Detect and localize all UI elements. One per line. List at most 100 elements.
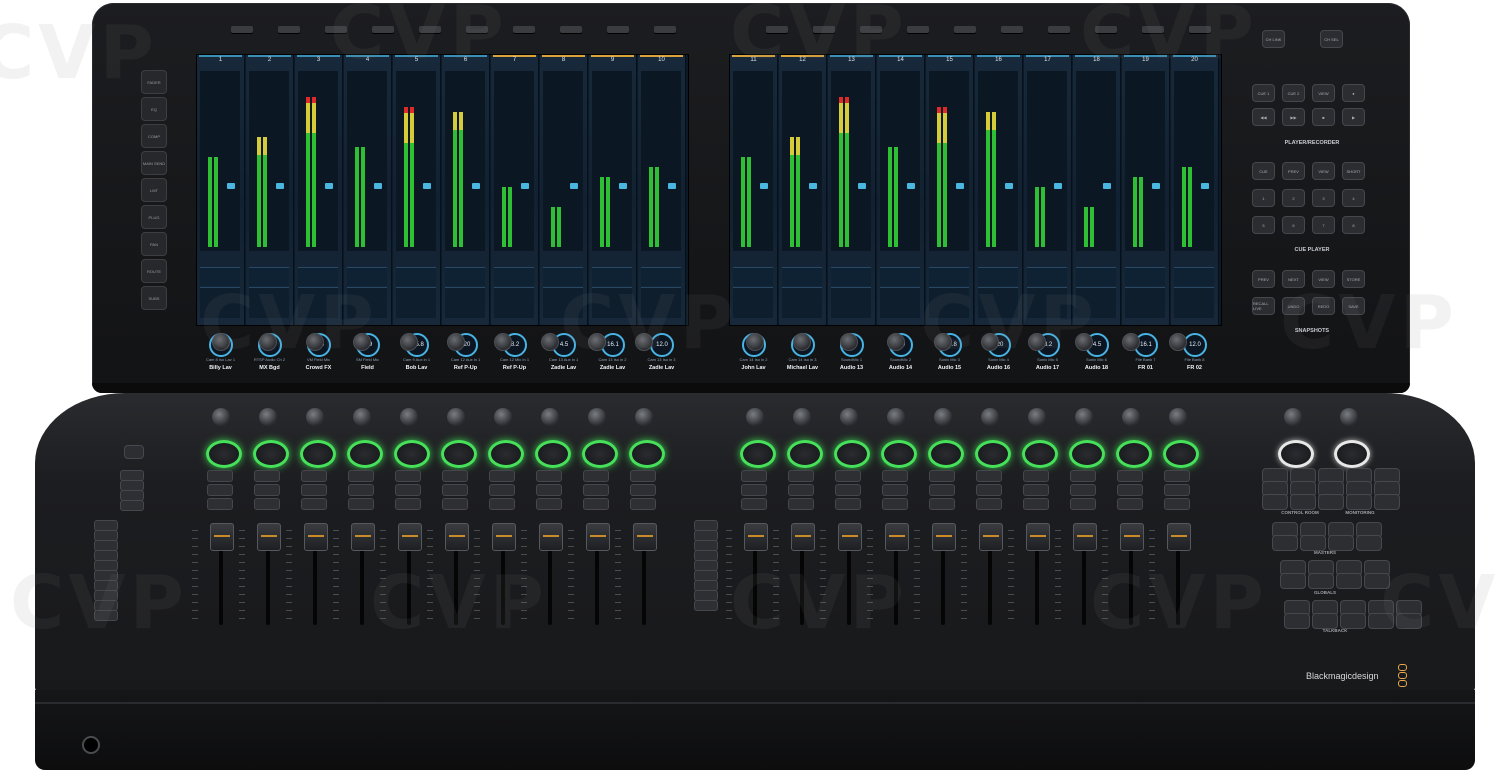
globals-button[interactable] [1308, 573, 1334, 589]
master-knob[interactable] [1284, 408, 1302, 426]
encoder-knob[interactable] [353, 333, 371, 351]
channel-strip[interactable]: 18 4.5 Sonix Mic 6 Audio 18 [1073, 55, 1121, 371]
dynamics-graph[interactable] [1174, 287, 1214, 318]
control-room-button[interactable] [1346, 494, 1372, 510]
channel-encoder-knob[interactable] [840, 408, 858, 426]
channel-select-ring[interactable] [253, 440, 289, 468]
gain-knob-value[interactable]: 12.0 [650, 333, 674, 357]
channel-strip[interactable]: 212.5RTSP Audio Ch 2MX Bgd [246, 55, 294, 371]
channel-strip[interactable]: 10 12.0 Cam 13 Iso in 3 Zadie Lav [638, 55, 686, 371]
layer-button[interactable] [120, 500, 144, 511]
channel-fader[interactable] [257, 523, 281, 551]
select-button[interactable] [976, 498, 1002, 510]
control-room-button[interactable] [1318, 494, 1344, 510]
control-button[interactable]: ▶ [1342, 108, 1365, 126]
control-button[interactable]: 2 [1282, 189, 1305, 207]
top-channel-button[interactable] [766, 26, 788, 33]
mute-button[interactable] [741, 470, 767, 482]
select-button[interactable] [348, 498, 374, 510]
channel-strip[interactable]: 12-12.5Cam 14 Iso in 3Michael Lav [779, 55, 827, 371]
channel-encoder-knob[interactable] [494, 408, 512, 426]
control-button[interactable]: ▶▶ [1282, 108, 1305, 126]
master-ring[interactable] [1334, 440, 1370, 468]
channel-buttons[interactable] [1070, 470, 1096, 510]
channel-fader[interactable] [838, 523, 862, 551]
top-channel-button[interactable] [466, 26, 488, 33]
solo-button[interactable] [536, 484, 562, 496]
encoder-knob[interactable] [1122, 333, 1140, 351]
solo-button[interactable] [1164, 484, 1190, 496]
channel-fader[interactable] [744, 523, 768, 551]
mute-button[interactable] [395, 470, 421, 482]
eq-graph[interactable] [249, 267, 289, 286]
dynamics-graph[interactable] [249, 287, 289, 318]
channel-encoder-knob[interactable] [541, 408, 559, 426]
channel-fader[interactable] [633, 523, 657, 551]
control-button[interactable]: VIEW [1312, 162, 1335, 180]
encoder-knob[interactable] [635, 333, 653, 351]
top-channel-button[interactable] [1142, 26, 1164, 33]
channel-fader[interactable] [885, 523, 909, 551]
encoder-knob[interactable] [259, 333, 277, 351]
mute-button[interactable] [348, 470, 374, 482]
channel-fader[interactable] [932, 523, 956, 551]
control-button[interactable]: 6 [1282, 216, 1305, 234]
solo-tag[interactable] [907, 183, 915, 189]
control-button[interactable]: PREV [1282, 162, 1305, 180]
channel-fader[interactable] [398, 523, 422, 551]
solo-tag[interactable] [1054, 183, 1062, 189]
dynamics-graph[interactable] [1027, 287, 1067, 318]
mute-button[interactable] [536, 470, 562, 482]
eq-graph[interactable] [298, 267, 338, 286]
channel-buttons[interactable] [1117, 470, 1143, 510]
eq-graph[interactable] [445, 267, 485, 286]
channel-buttons[interactable] [583, 470, 609, 510]
solo-button[interactable] [1070, 484, 1096, 496]
side-button[interactable]: PLUG [141, 205, 167, 229]
eq-graph[interactable] [733, 267, 773, 286]
control-button[interactable]: REDO [1312, 297, 1335, 315]
channel-encoder-knob[interactable] [400, 408, 418, 426]
channel-buttons[interactable] [348, 470, 374, 510]
console-menu-button[interactable] [124, 445, 144, 459]
channel-strip[interactable]: 19 16.1 File Bank 7 FR 01 [1122, 55, 1170, 371]
channel-select-ring[interactable] [300, 440, 336, 468]
talkback-button[interactable] [1312, 613, 1338, 629]
dynamics-graph[interactable] [592, 287, 632, 318]
select-button[interactable] [442, 498, 468, 510]
top-channel-button[interactable] [1095, 26, 1117, 33]
channel-buttons[interactable] [395, 470, 421, 510]
channel-buttons[interactable] [254, 470, 280, 510]
control-button[interactable]: ● [1342, 84, 1365, 102]
masters-button[interactable] [1328, 535, 1354, 551]
channel-buttons[interactable] [835, 470, 861, 510]
dynamics-graph[interactable] [396, 287, 436, 318]
select-button[interactable] [489, 498, 515, 510]
mute-button[interactable] [583, 470, 609, 482]
dynamics-graph[interactable] [200, 287, 240, 318]
channel-buttons[interactable] [929, 470, 955, 510]
control-button[interactable]: CUE [1252, 162, 1275, 180]
select-button[interactable] [788, 498, 814, 510]
globals-button[interactable] [1280, 573, 1306, 589]
channel-select-ring[interactable] [928, 440, 964, 468]
mute-button[interactable] [489, 470, 515, 482]
channel-encoder-knob[interactable] [1028, 408, 1046, 426]
dynamics-graph[interactable] [445, 287, 485, 318]
eq-graph[interactable] [1027, 267, 1067, 286]
channel-select-ring[interactable] [535, 440, 571, 468]
solo-button[interactable] [489, 484, 515, 496]
talkback-button[interactable] [1396, 613, 1422, 629]
channel-select-ring[interactable] [206, 440, 242, 468]
dynamics-graph[interactable] [929, 287, 969, 318]
control-button[interactable]: CUE 2 [1282, 84, 1305, 102]
solo-button[interactable] [788, 484, 814, 496]
talkback-button[interactable] [1340, 613, 1366, 629]
channel-select-ring[interactable] [787, 440, 823, 468]
control-room-button[interactable] [1262, 494, 1288, 510]
top-channel-button[interactable] [513, 26, 535, 33]
channel-encoder-knob[interactable] [635, 408, 653, 426]
center-button[interactable] [694, 600, 718, 611]
select-button[interactable] [1070, 498, 1096, 510]
encoder-knob[interactable] [588, 333, 606, 351]
